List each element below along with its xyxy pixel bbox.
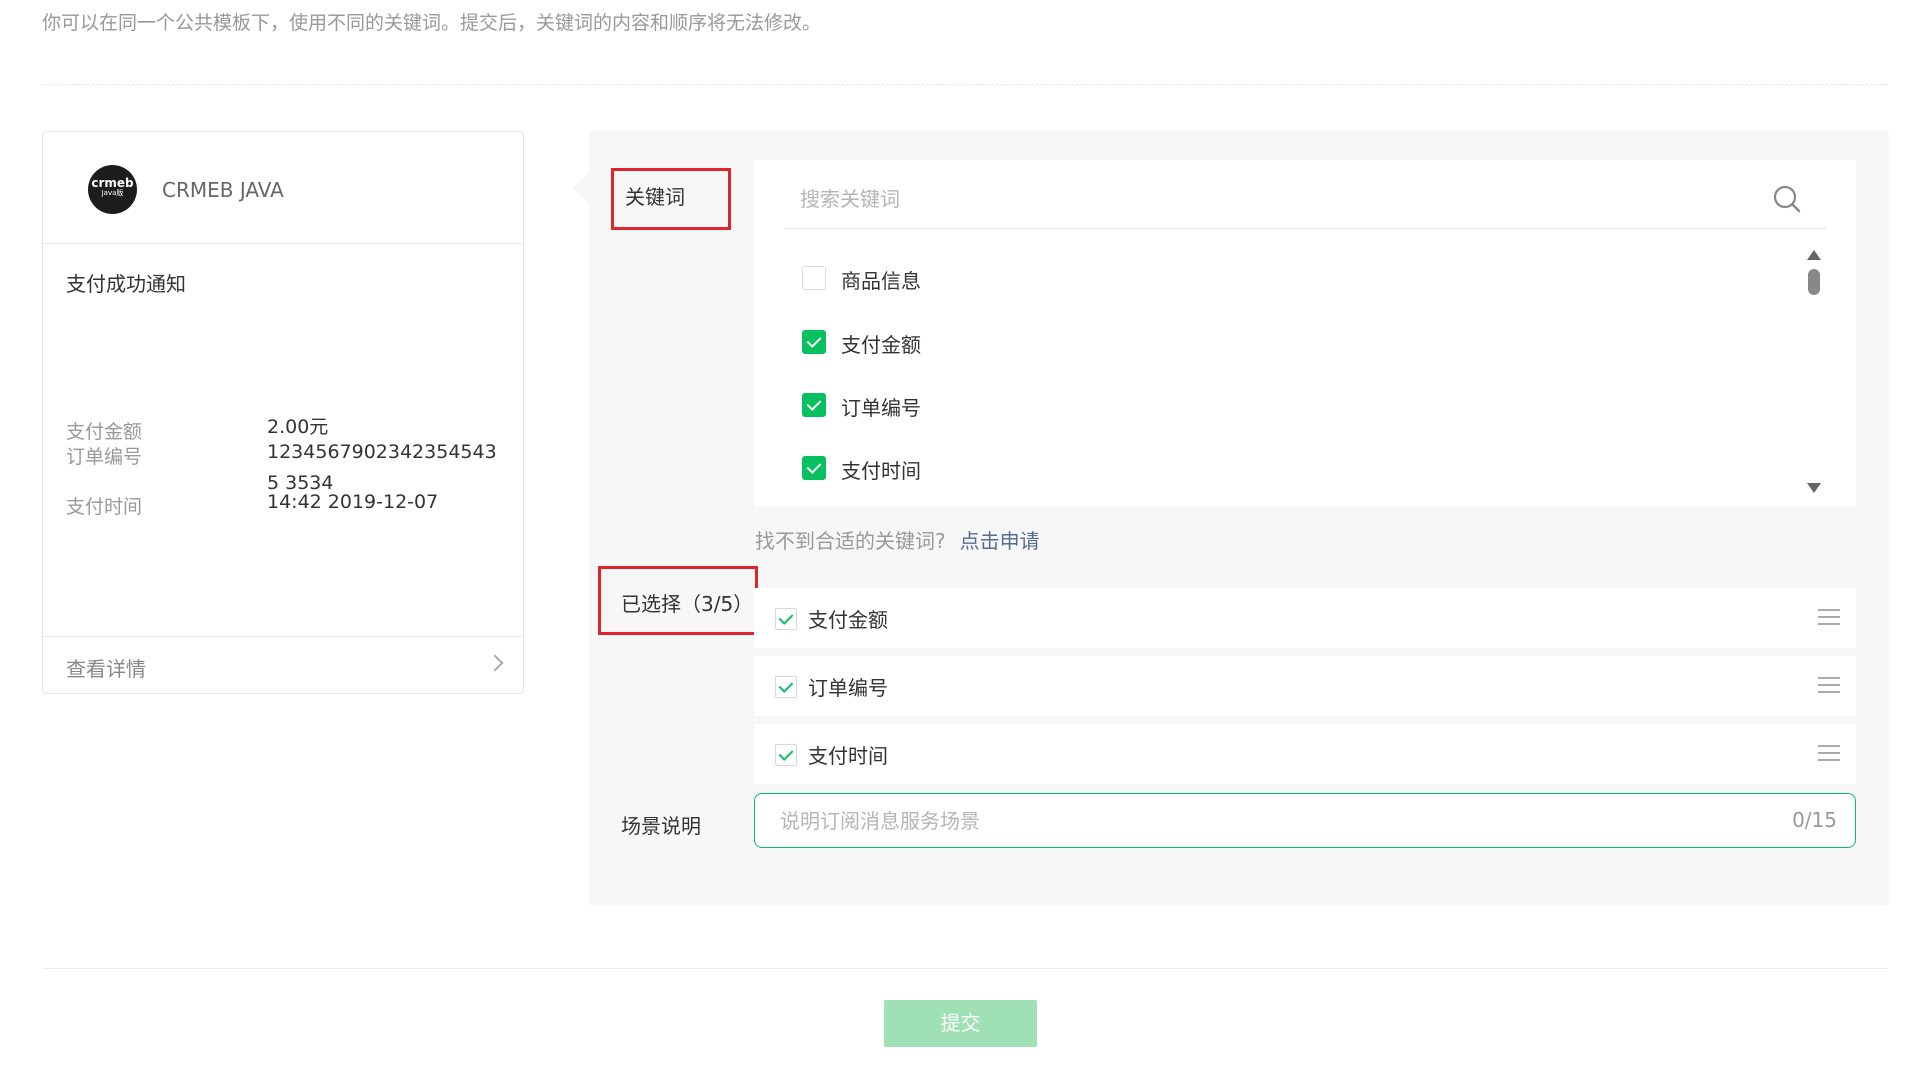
divider xyxy=(42,84,1888,85)
selected-keyword-label: 支付时间 xyxy=(808,744,888,768)
keywords-label: 关键词 xyxy=(625,185,685,209)
scene-description-field[interactable]: 0/15 xyxy=(754,793,1856,848)
checkbox-checked-icon[interactable] xyxy=(775,744,797,766)
card-title: 支付成功通知 xyxy=(66,272,186,296)
checkbox-unchecked-icon[interactable] xyxy=(802,266,826,290)
scene-label: 场景说明 xyxy=(621,814,701,838)
drag-handle-icon[interactable] xyxy=(1818,677,1840,695)
drag-handle-icon[interactable] xyxy=(1818,609,1840,627)
chevron-right-icon xyxy=(486,654,504,672)
checkbox-checked-icon[interactable] xyxy=(775,608,797,630)
scrollbar-thumb[interactable] xyxy=(1808,269,1820,295)
char-counter: 0/15 xyxy=(1792,808,1837,832)
row-label-order: 订单编号 xyxy=(66,446,143,468)
scene-description-input[interactable] xyxy=(756,795,1780,846)
selected-keyword-label: 支付金额 xyxy=(808,608,888,632)
selected-keyword-row[interactable]: 支付金额 xyxy=(754,588,1856,648)
checkbox-checked-icon[interactable] xyxy=(802,393,826,417)
search-underline xyxy=(784,228,1826,229)
row-label-amount: 支付金额 xyxy=(66,421,143,443)
selected-keyword-row[interactable]: 支付时间 xyxy=(754,724,1856,784)
apply-keyword-link[interactable]: 点击申请 xyxy=(960,529,1040,553)
footer-divider xyxy=(42,968,1888,969)
keyword-option-label: 支付时间 xyxy=(841,459,921,483)
keyword-option-label: 支付金额 xyxy=(841,333,921,357)
view-details-link[interactable]: 查看详情 xyxy=(43,636,523,695)
search-input[interactable]: 搜索关键词 xyxy=(800,183,900,212)
card-header: crmeb Java版 CRMEB JAVA xyxy=(43,132,523,244)
drag-handle-icon[interactable] xyxy=(1818,745,1840,763)
scroll-down-arrow-icon[interactable] xyxy=(1807,483,1821,493)
row-value-time: 14:42 2019-12-07 xyxy=(267,491,439,513)
keyword-not-found: 找不到合适的关键词? 点击申请 xyxy=(755,525,1040,554)
logo-text-main: crmeb xyxy=(91,176,134,190)
brand-logo: crmeb Java版 xyxy=(88,165,137,214)
keyword-picker: 搜索关键词 商品信息 支付金额 订单编号 支付时间 xyxy=(754,160,1856,507)
submit-button[interactable]: 提交 xyxy=(884,1000,1037,1047)
checkbox-checked-icon[interactable] xyxy=(802,456,826,480)
logo-text-sub: Java版 xyxy=(101,189,124,197)
not-found-text: 找不到合适的关键词? xyxy=(755,529,946,553)
selected-keyword-row[interactable]: 订单编号 xyxy=(754,656,1856,716)
selected-label: 已选择（3/5） xyxy=(621,592,754,616)
view-details-label: 查看详情 xyxy=(66,657,146,681)
row-label-time: 支付时间 xyxy=(66,496,143,518)
panel-pointer xyxy=(573,172,589,204)
intro-text: 你可以在同一个公共模板下，使用不同的关键词。提交后，关键词的内容和顺序将无法修改… xyxy=(42,12,822,34)
search-icon[interactable] xyxy=(1772,184,1802,214)
brand-name: CRMEB JAVA xyxy=(162,178,284,202)
keyword-option-label: 商品信息 xyxy=(841,269,921,293)
template-preview-card: crmeb Java版 CRMEB JAVA 支付成功通知 支付金额 2.00元… xyxy=(42,131,524,694)
keyword-option-label: 订单编号 xyxy=(841,396,921,420)
checkbox-checked-icon[interactable] xyxy=(802,330,826,354)
checkbox-checked-icon[interactable] xyxy=(775,676,797,698)
scroll-up-arrow-icon[interactable] xyxy=(1807,250,1821,260)
selected-keyword-label: 订单编号 xyxy=(808,676,888,700)
